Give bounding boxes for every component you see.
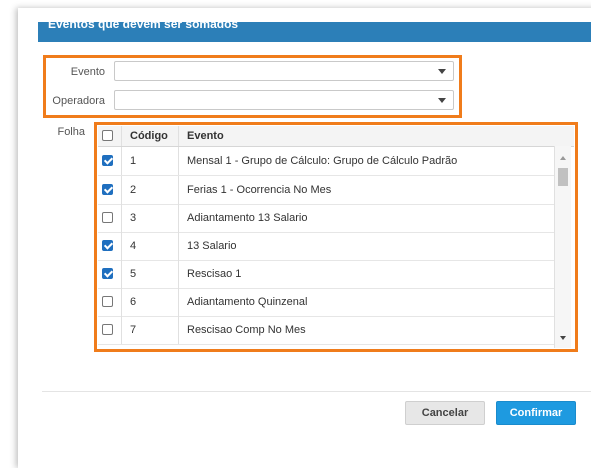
confirm-button[interactable]: Confirmar — [496, 401, 576, 425]
folha-label: Folha — [57, 126, 85, 138]
cancel-button[interactable]: Cancelar — [405, 401, 485, 425]
operadora-label: Operadora — [52, 95, 105, 107]
section-title: Eventos que devem ser somados — [48, 22, 239, 31]
operadora-select[interactable] — [114, 90, 454, 110]
footer-divider — [42, 391, 591, 392]
evento-label: Evento — [70, 66, 105, 78]
chevron-down-icon — [438, 69, 446, 74]
evento-select[interactable] — [114, 61, 454, 81]
chevron-down-icon — [438, 98, 446, 103]
highlight-box-grid — [94, 122, 578, 352]
section-header: Eventos que devem ser somados — [38, 22, 591, 42]
